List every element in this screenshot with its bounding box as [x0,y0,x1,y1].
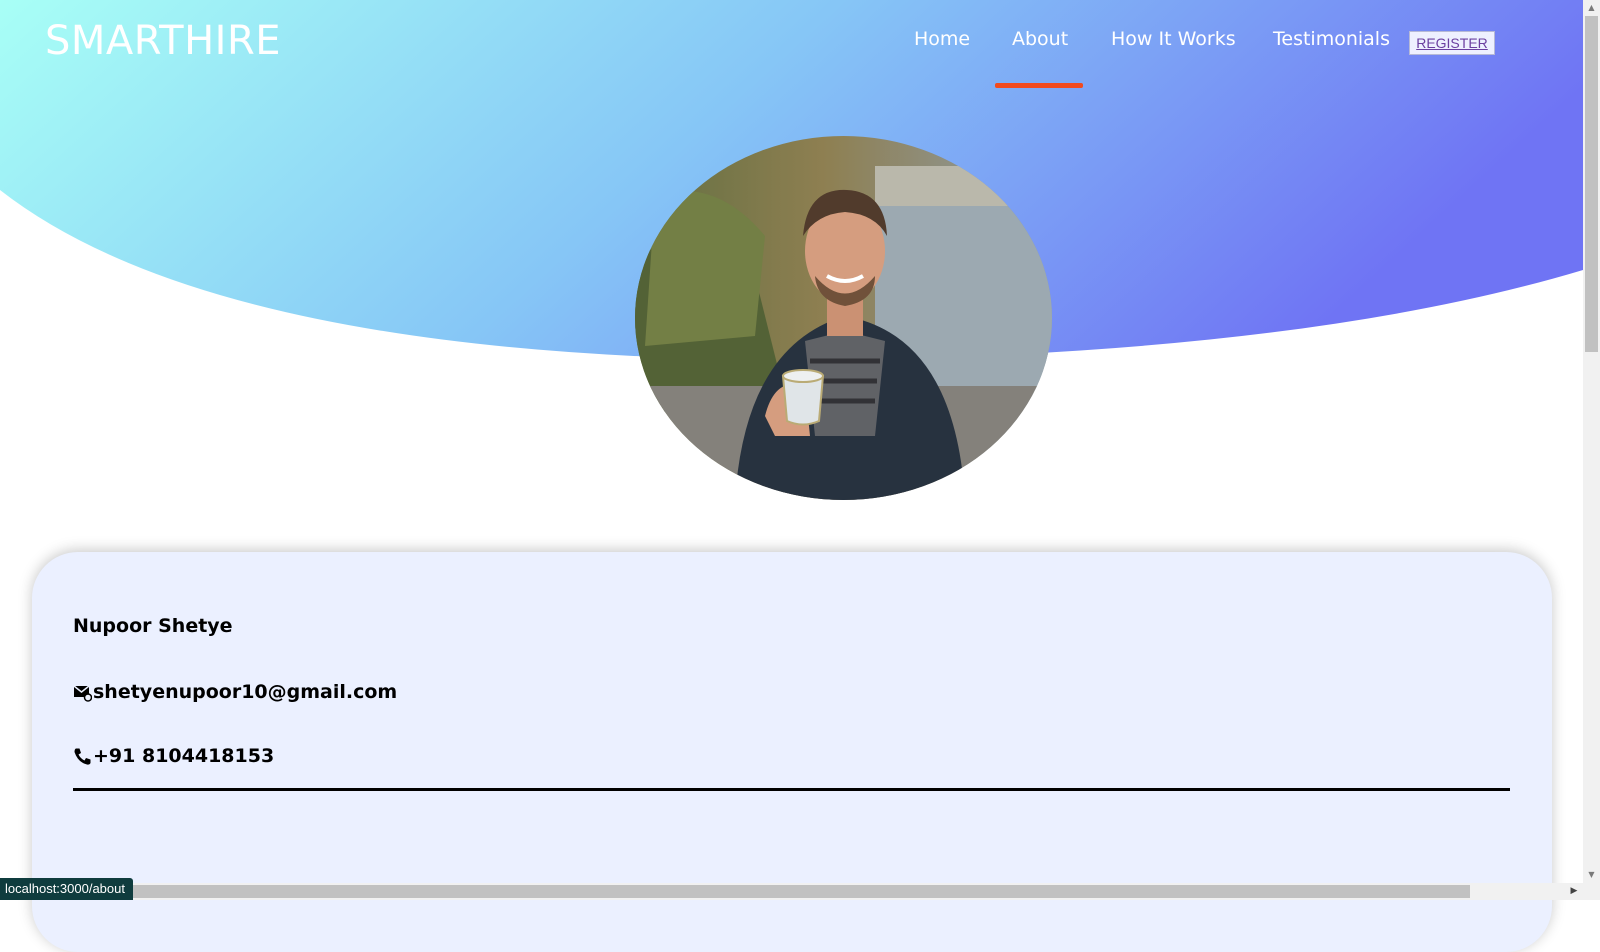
scroll-right-arrow-icon[interactable]: ▶ [1567,883,1581,900]
mail-icon [73,683,93,702]
profile-name: Nupoor Shetye [73,615,233,637]
nav-how-it-works[interactable]: How It Works [1111,28,1236,50]
status-bar-url: localhost:3000/about [0,878,133,900]
profile-phone[interactable]: +91 8104418153 [93,745,274,767]
email-row: shetyenupoor10@gmail.com [73,681,397,703]
register-button[interactable]: REGISTER [1409,31,1495,55]
horizontal-scroll-thumb[interactable] [128,885,1470,898]
horizontal-scrollbar[interactable]: ▶ [0,883,1583,900]
nav-home[interactable]: Home [914,28,970,50]
scroll-down-arrow-icon[interactable]: ▼ [1583,867,1600,883]
nav-active-indicator [995,83,1083,88]
nav-about[interactable]: About [1012,28,1068,50]
profile-email[interactable]: shetyenupoor10@gmail.com [93,681,397,703]
profile-photo [635,136,1052,500]
vertical-scroll-thumb[interactable] [1585,16,1598,352]
vertical-scrollbar[interactable]: ▲ ▼ [1583,0,1600,900]
card-divider [73,788,1510,791]
phone-icon [73,747,92,766]
brand-logo[interactable]: SMARTHIRE [45,18,281,64]
scroll-up-arrow-icon[interactable]: ▲ [1583,0,1600,16]
nav-testimonials[interactable]: Testimonials [1273,28,1390,50]
phone-row: +91 8104418153 [73,745,274,767]
